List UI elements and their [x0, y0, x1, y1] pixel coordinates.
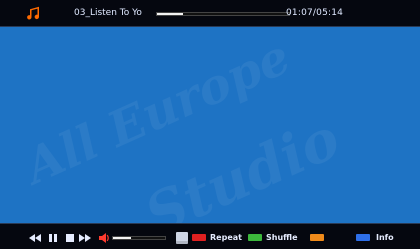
- background-watermark: All Europe Studio: [0, 26, 420, 249]
- fast-forward-icon[interactable]: [78, 232, 92, 244]
- red-key[interactable]: [192, 234, 206, 241]
- music-note-icon: [24, 5, 40, 21]
- save-icon[interactable]: [176, 232, 188, 244]
- volume-icon[interactable]: [98, 232, 110, 244]
- rewind-icon[interactable]: [28, 232, 42, 244]
- volume-bar[interactable]: [112, 236, 166, 240]
- playback-progress-bar[interactable]: [156, 12, 290, 16]
- pause-icon[interactable]: [46, 232, 60, 244]
- shuffle-label: Shuffle: [266, 233, 298, 242]
- volume-level-fill: [113, 237, 132, 239]
- bottom-control-bar: Repeat Shuffle Info: [0, 223, 420, 249]
- orange-key[interactable]: [310, 234, 324, 241]
- top-status-bar: 03_Listen To Yo 01:07/05:14: [0, 0, 420, 27]
- green-key[interactable]: [248, 234, 262, 241]
- playback-progress-fill: [157, 13, 184, 15]
- playback-time: 01:07/05:14: [286, 8, 344, 18]
- blue-key[interactable]: [356, 234, 370, 241]
- watermark-text-1: All Europe: [16, 28, 299, 196]
- stop-icon[interactable]: [63, 232, 77, 244]
- media-player-screen: 03_Listen To Yo 01:07/05:14 All Europe S…: [0, 0, 420, 249]
- repeat-label: Repeat: [210, 233, 242, 242]
- info-label: Info: [376, 233, 394, 242]
